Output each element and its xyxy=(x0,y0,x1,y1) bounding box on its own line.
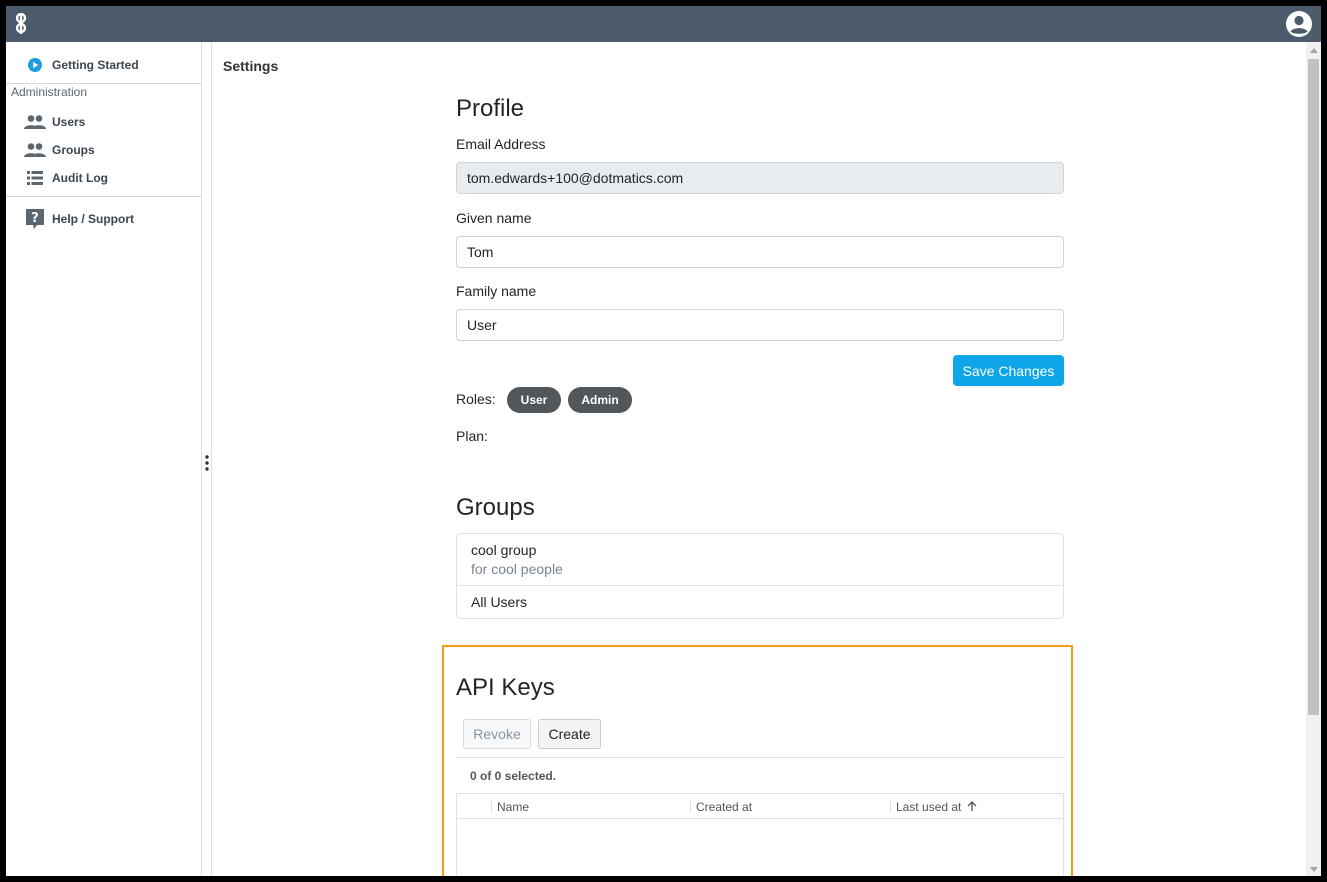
scroll-down-arrow-icon[interactable] xyxy=(1310,867,1318,872)
list-icon xyxy=(24,167,46,189)
app-logo[interactable] xyxy=(14,13,28,35)
sidebar-item-users[interactable]: Users xyxy=(6,109,201,135)
sidebar-item-getting-started[interactable]: Getting Started xyxy=(6,52,201,78)
sidebar-item-label: Help / Support xyxy=(52,212,134,226)
save-changes-button[interactable]: Save Changes xyxy=(953,355,1064,386)
email-field[interactable] xyxy=(456,162,1064,194)
sidebar-item-label: Getting Started xyxy=(52,58,139,72)
drag-handle-icon xyxy=(205,455,209,471)
sidebar-divider xyxy=(6,196,201,197)
main-content: Settings Profile Email Address Given nam… xyxy=(212,42,1306,876)
people-icon xyxy=(24,139,46,161)
family-name-label: Family name xyxy=(456,283,537,299)
list-item[interactable]: cool group for cool people xyxy=(457,534,1063,586)
given-name-label: Given name xyxy=(456,210,532,226)
sidebar-section-label: Administration xyxy=(11,85,88,99)
top-bar xyxy=(6,6,1321,42)
scrollbar-thumb[interactable] xyxy=(1308,59,1319,715)
group-list: cool group for cool people All Users xyxy=(456,533,1064,619)
roles-label: Roles: xyxy=(456,391,496,407)
page-title: Settings xyxy=(223,58,279,74)
sidebar-item-help[interactable]: ? Help / Support xyxy=(6,206,201,232)
sidebar-item-audit-log[interactable]: Audit Log xyxy=(6,165,201,191)
group-description: for cool people xyxy=(471,561,563,577)
role-badge-admin: Admin xyxy=(568,387,632,413)
role-badge-user: User xyxy=(507,387,561,413)
svg-text:?: ? xyxy=(31,211,39,226)
vertical-scrollbar[interactable] xyxy=(1306,42,1321,876)
sidebar-divider xyxy=(6,83,201,84)
sidebar-item-label: Groups xyxy=(52,143,95,157)
sidebar-item-label: Audit Log xyxy=(52,171,108,185)
sidebar-item-label: Users xyxy=(52,115,86,129)
app-window: Getting Started Administration Users Gro… xyxy=(6,6,1321,876)
groups-heading: Groups xyxy=(456,494,535,521)
help-icon: ? xyxy=(24,208,46,230)
sidebar: Getting Started Administration Users Gro… xyxy=(6,42,201,876)
profile-heading: Profile xyxy=(456,95,525,122)
given-name-field[interactable] xyxy=(456,236,1064,268)
play-circle-icon xyxy=(24,54,46,76)
account-circle-icon[interactable] xyxy=(1285,10,1313,38)
people-icon xyxy=(24,111,46,133)
list-item[interactable]: All Users xyxy=(457,586,1063,618)
email-label: Email Address xyxy=(456,136,546,152)
sidebar-resize-handle[interactable] xyxy=(201,42,212,876)
plan-label: Plan: xyxy=(456,428,488,444)
api-keys-highlight-box xyxy=(442,645,1073,876)
scroll-up-arrow-icon[interactable] xyxy=(1310,48,1318,53)
sidebar-item-groups[interactable]: Groups xyxy=(6,137,201,163)
group-name: cool group xyxy=(471,542,537,558)
family-name-field[interactable] xyxy=(456,309,1064,341)
group-name: All Users xyxy=(471,594,528,610)
